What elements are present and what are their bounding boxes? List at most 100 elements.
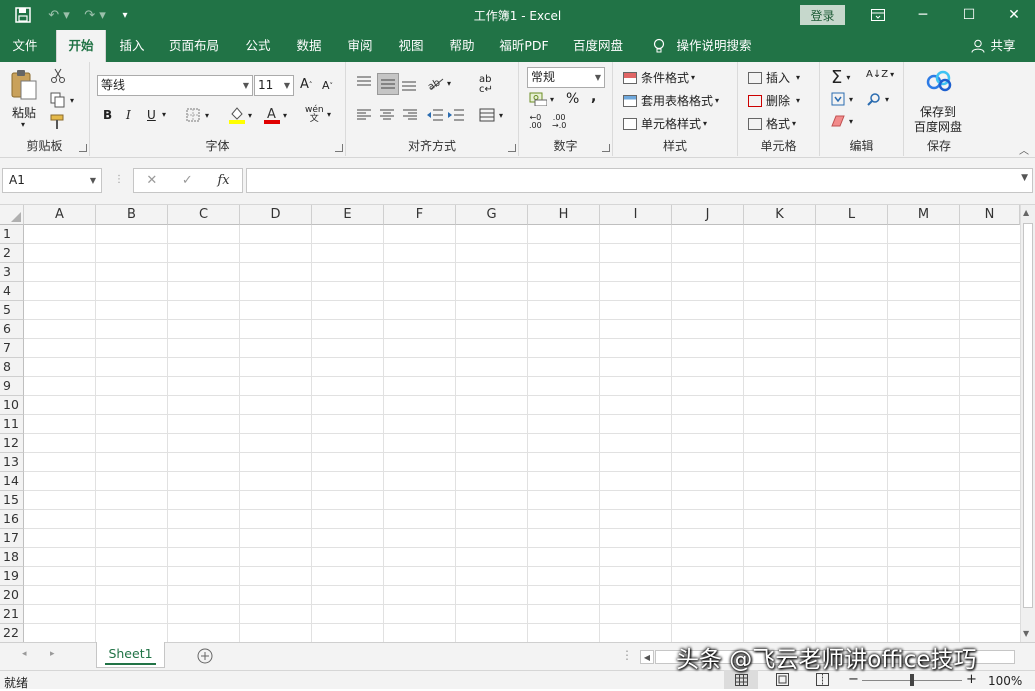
format-painter-icon[interactable] [50, 114, 66, 130]
number-format-select[interactable]: 常规 ▼ [527, 67, 605, 88]
increase-font-size-icon[interactable]: A ˄ [300, 77, 312, 92]
zoom-slider-thumb[interactable] [910, 674, 914, 686]
row-header[interactable]: 17 [0, 529, 24, 548]
tab-data[interactable]: 数据 [287, 30, 331, 62]
column-header[interactable]: F [384, 205, 456, 225]
phonetic-guide-icon[interactable]: wén 文 [305, 106, 324, 124]
paste-icon[interactable] [9, 68, 43, 102]
row-header[interactable]: 6 [0, 320, 24, 339]
zoom-out-icon[interactable]: − [848, 672, 859, 687]
wrap-text-icon[interactable]: ab c↵ [479, 75, 493, 95]
insert-cells-button[interactable]: 插入 ▾ [748, 69, 800, 86]
login-button[interactable]: 登录 [800, 5, 845, 25]
zoom-in-icon[interactable]: + [966, 672, 977, 687]
align-middle-icon[interactable] [377, 73, 399, 95]
close-icon[interactable]: ✕ [991, 0, 1035, 30]
row-header[interactable]: 7 [0, 339, 24, 358]
lightbulb-icon[interactable] [648, 30, 670, 62]
column-header[interactable]: B [96, 205, 168, 225]
font-launcher-icon[interactable] [335, 144, 343, 152]
row-header[interactable]: 2 [0, 244, 24, 263]
fill-icon[interactable]: ▾ [831, 92, 853, 106]
delete-cells-button[interactable]: 删除 ▾ [748, 92, 800, 109]
tab-baidu-netdisk[interactable]: 百度网盘 [566, 30, 630, 62]
baidu-cloud-icon[interactable] [925, 69, 953, 93]
page-break-view-icon[interactable] [816, 673, 829, 686]
new-sheet-icon[interactable] [197, 648, 213, 664]
column-header[interactable]: G [456, 205, 528, 225]
tab-home[interactable]: 开始 [56, 30, 106, 62]
decrease-font-size-icon[interactable]: A ˅ [322, 79, 333, 92]
align-center-icon[interactable] [379, 109, 395, 121]
column-header[interactable]: A [24, 205, 96, 225]
sheet-tab[interactable]: Sheet1 [96, 642, 165, 668]
insert-function-icon[interactable]: fx [217, 173, 229, 188]
tab-help[interactable]: 帮助 [440, 30, 484, 62]
tab-formulas[interactable]: 公式 [236, 30, 280, 62]
ribbon-display-options-icon[interactable] [855, 0, 901, 30]
font-color-icon[interactable]: A ▾ [264, 106, 287, 124]
underline-dropdown-icon[interactable]: ▾ [162, 110, 166, 119]
fill-color-icon[interactable]: ▾ [229, 106, 252, 124]
paste-label[interactable]: 粘贴 [12, 104, 36, 121]
column-header[interactable]: J [672, 205, 744, 225]
column-header[interactable]: H [528, 205, 600, 225]
enter-icon[interactable]: ✓ [182, 173, 193, 188]
tab-review[interactable]: 审阅 [338, 30, 382, 62]
alignment-launcher-icon[interactable] [508, 144, 516, 152]
column-header[interactable]: N [960, 205, 1020, 225]
column-header[interactable]: L [816, 205, 888, 225]
row-header[interactable]: 13 [0, 453, 24, 472]
orientation-icon[interactable]: ab ▾ [427, 75, 451, 91]
tab-insert[interactable]: 插入 [110, 30, 154, 62]
row-header[interactable]: 9 [0, 377, 24, 396]
row-header[interactable]: 18 [0, 548, 24, 567]
align-right-icon[interactable] [402, 109, 418, 121]
row-header[interactable]: 1 [0, 225, 24, 244]
select-all-corner[interactable] [0, 205, 24, 225]
customize-toolbar-icon[interactable]: ▾ [116, 0, 134, 30]
tab-page-layout[interactable]: 页面布局 [162, 30, 226, 62]
scroll-down-icon[interactable]: ▼ [1023, 629, 1029, 638]
cell-area[interactable] [24, 225, 1020, 642]
formula-input[interactable]: ▼ [246, 168, 1033, 193]
clear-icon[interactable]: ▾ [831, 115, 853, 127]
number-launcher-icon[interactable] [602, 144, 610, 152]
borders-icon[interactable]: ▾ [186, 108, 209, 122]
row-header[interactable]: 22 [0, 624, 24, 642]
column-header[interactable]: K [744, 205, 816, 225]
decrease-decimal-icon[interactable]: .00 →.0 [552, 114, 566, 130]
zoom-level[interactable]: 100% [988, 674, 1022, 688]
redo-icon[interactable]: ↷ ▾ [80, 0, 110, 30]
find-select-icon[interactable]: ▾ [867, 92, 889, 106]
font-name-select[interactable]: 等线 ▼ [97, 75, 253, 96]
percent-style-button[interactable]: % [566, 91, 579, 107]
align-bottom-icon[interactable] [401, 77, 417, 91]
increase-decimal-icon[interactable]: ←0.00 [529, 114, 542, 130]
align-left-icon[interactable] [356, 109, 372, 121]
undo-icon[interactable]: ↶ ▾ [44, 0, 74, 30]
comma-style-button[interactable]: , [591, 89, 596, 105]
scroll-up-icon[interactable]: ▲ [1023, 208, 1029, 217]
tell-me-search[interactable]: 操作说明搜索 [672, 30, 756, 62]
row-header[interactable]: 15 [0, 491, 24, 510]
column-header[interactable]: I [600, 205, 672, 225]
italic-button[interactable]: I [126, 108, 131, 122]
merge-center-icon[interactable]: ▾ [479, 108, 503, 122]
bold-button[interactable]: B [103, 108, 112, 122]
cancel-icon[interactable]: ✕ [146, 173, 157, 188]
row-header[interactable]: 3 [0, 263, 24, 282]
prev-sheet-icon[interactable]: ◂ [22, 649, 27, 659]
phonetic-dropdown-icon[interactable]: ▾ [327, 110, 331, 119]
paste-dropdown-icon[interactable]: ▾ [21, 120, 25, 129]
row-header[interactable]: 14 [0, 472, 24, 491]
tab-file[interactable]: 文件 [2, 30, 48, 62]
vertical-scrollbar[interactable]: ▲ ▼ [1020, 205, 1035, 642]
row-header[interactable]: 20 [0, 586, 24, 605]
minimize-icon[interactable]: ─ [900, 0, 946, 30]
column-header[interactable]: D [240, 205, 312, 225]
row-header[interactable]: 4 [0, 282, 24, 301]
tab-view[interactable]: 视图 [389, 30, 433, 62]
scroll-left-icon[interactable]: ◀ [640, 650, 654, 664]
page-layout-view-icon[interactable] [776, 673, 789, 686]
